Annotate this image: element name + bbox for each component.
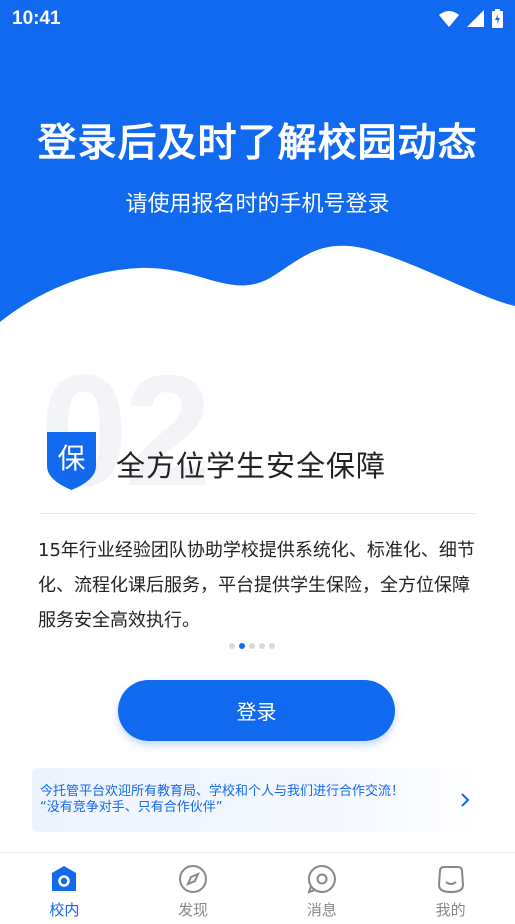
carousel-dot[interactable] — [259, 643, 265, 649]
tab-profile[interactable]: 我的 — [386, 853, 515, 924]
wave-decoration — [0, 245, 515, 342]
login-button[interactable]: 登录 — [118, 680, 395, 741]
status-time: 10:41 — [12, 8, 61, 29]
carousel-dot[interactable] — [229, 643, 235, 649]
carousel-dot[interactable] — [249, 643, 255, 649]
school-home-icon — [52, 866, 77, 891]
carousel-indicator — [229, 643, 275, 649]
status-bar: 10:41 — [0, 0, 515, 40]
feature-description: 15年行业经验团队协助学校提供系统化、标准化、细节化、流程化课后服务，平台提供学… — [38, 540, 475, 631]
feature-title: 全方位学生安全保障 — [116, 449, 387, 483]
tab-label-messages: 消息 — [306, 901, 337, 919]
compass-icon — [179, 865, 208, 893]
wifi-icon — [439, 10, 459, 27]
carousel-dot[interactable] — [269, 643, 275, 649]
shield-badge-text: 保 — [57, 442, 85, 475]
hero-title: 登录后及时了解校园动态 — [37, 121, 478, 166]
battery-icon — [492, 9, 503, 28]
notice-text: 今托管平台欢迎所有教育局、学校和个人与我们进行合作交流！ “没有竞争对手、只有合… — [40, 784, 450, 816]
tab-label-profile: 我的 — [435, 901, 466, 919]
divider — [40, 513, 475, 514]
notice-line-2: “没有竞争对手、只有合作伙伴” — [40, 800, 223, 815]
cooperation-notice[interactable]: 今托管平台欢迎所有教育局、学校和个人与我们进行合作交流！ “没有竞争对手、只有合… — [32, 768, 476, 832]
profile-face-icon — [437, 866, 464, 894]
bottom-tab-bar: 校内 发现 消息 我的 — [0, 852, 515, 924]
notice-line-1: 今托管平台欢迎所有教育局、学校和个人与我们进行合作交流！ — [40, 784, 405, 799]
shield-icon: 保 — [45, 430, 98, 492]
chevron-right-icon[interactable] — [460, 792, 470, 808]
tab-label-school: 校内 — [49, 901, 80, 919]
status-icons — [439, 9, 503, 28]
message-icon — [307, 864, 336, 894]
tab-discover[interactable]: 发现 — [129, 853, 258, 924]
tab-label-discover: 发现 — [178, 901, 209, 919]
hero-subtitle: 请使用报名时的手机号登录 — [125, 192, 390, 217]
carousel-dot-active[interactable] — [239, 643, 245, 649]
tab-messages[interactable]: 消息 — [258, 853, 387, 924]
tab-school[interactable]: 校内 — [0, 853, 129, 924]
signal-icon — [467, 10, 484, 27]
